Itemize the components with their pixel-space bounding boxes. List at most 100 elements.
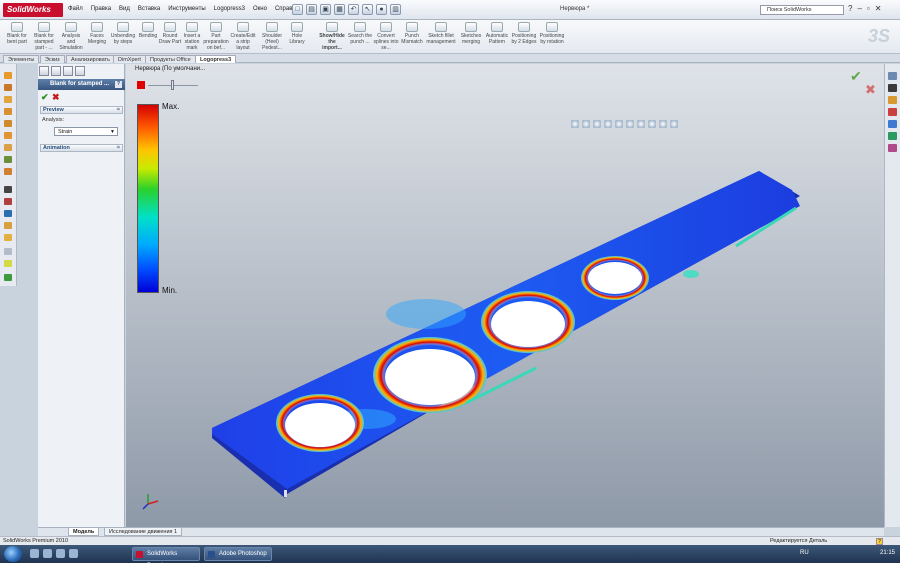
cmd-auto-pattern[interactable]: Automatic Pattern (484, 22, 510, 45)
menu-tools[interactable]: Инструменты (168, 6, 205, 12)
search-input[interactable]: Поиск SolidWorks (760, 5, 844, 15)
open-icon[interactable]: ▤ (306, 4, 317, 15)
print-icon[interactable]: ▦ (334, 4, 345, 15)
options-icon[interactable]: ▥ (390, 4, 401, 15)
edit-appearance-icon[interactable] (648, 120, 656, 128)
strain-plot[interactable] (126, 64, 884, 527)
feature-tree-root[interactable]: Нервюра (По умолчани... (135, 66, 205, 72)
cmd-punch-mismatch[interactable]: Punch Mismatch (399, 22, 425, 45)
camera-icon[interactable] (4, 186, 12, 193)
show-desktop-icon[interactable] (30, 549, 39, 558)
animation-group[interactable]: Animation ≈ (40, 144, 123, 152)
curve-icon[interactable] (4, 260, 12, 267)
analysis-select[interactable]: Strain ▼ (54, 127, 118, 136)
preview-group[interactable]: Preview ≈ (40, 106, 123, 114)
property-tab-icon[interactable] (51, 66, 61, 76)
sketch-icon[interactable] (4, 274, 12, 281)
cmd-strip-layout[interactable]: Create/Edit a strip layout (230, 22, 256, 51)
pattern-icon[interactable] (4, 156, 12, 163)
revolve-icon[interactable] (4, 96, 12, 103)
tab-sketch[interactable]: Эскиз (40, 55, 65, 63)
punch-icon[interactable] (4, 234, 12, 241)
mirror-icon[interactable] (4, 168, 12, 175)
task-photoshop[interactable]: Adobe Photoshop (204, 547, 272, 561)
select-icon[interactable]: ↖ (362, 4, 373, 15)
appearances-icon[interactable] (888, 120, 897, 128)
explorer-icon[interactable] (43, 549, 52, 558)
design-library-icon[interactable] (888, 84, 897, 92)
display-tab-icon[interactable] (75, 66, 85, 76)
cmd-search-punch[interactable]: Search the punch ... (347, 22, 373, 45)
ok-button[interactable]: ✔ (41, 92, 49, 103)
cmd-sketch-fillet[interactable]: Sketch fillet management (426, 22, 456, 45)
forum-icon[interactable] (888, 144, 897, 152)
start-button[interactable] (4, 546, 22, 562)
tab-logopress[interactable]: Logopress3 (195, 55, 237, 63)
menu-window[interactable]: Окно (253, 6, 267, 12)
menu-logopress[interactable]: Logopress3 (214, 6, 245, 12)
resources-icon[interactable] (888, 72, 897, 80)
graphics-area[interactable]: Нервюра (По умолчани... Max. Min. ✔ ✖ (126, 64, 884, 527)
sheet-icon[interactable] (4, 210, 12, 217)
menu-edit[interactable]: Правка (91, 6, 111, 12)
pm-help-icon[interactable]: ? (115, 81, 122, 88)
cmd-faces-merging[interactable]: Faces Merging (84, 22, 110, 45)
grey-tool-icon[interactable] (4, 248, 12, 255)
file-explorer-icon[interactable] (888, 96, 897, 104)
cmd-part-prep[interactable]: Part preparation on bef... (203, 22, 229, 51)
cmd-unbending[interactable]: Unbending by steps (110, 22, 136, 45)
view-palette-icon[interactable] (888, 108, 897, 116)
extrude-icon[interactable] (4, 84, 12, 91)
view-orientation-icon[interactable] (615, 120, 623, 128)
tab-motion-study[interactable]: Исследование движения 1 (104, 528, 183, 536)
confirm-corner-cancel-icon[interactable]: ✖ (865, 82, 876, 98)
tab-office[interactable]: Продукты Office (145, 55, 196, 63)
hide-show-icon[interactable] (637, 120, 645, 128)
solidworks-logo[interactable]: SolidWorks (3, 3, 63, 17)
confirm-corner-ok-icon[interactable]: ✔ (850, 68, 862, 85)
feature-icon[interactable] (4, 72, 12, 79)
cmd-show-hide[interactable]: Show/Hide the import... (319, 22, 345, 51)
zoom-fit-icon[interactable] (571, 120, 579, 128)
previous-view-icon[interactable] (593, 120, 601, 128)
view-settings-icon[interactable] (670, 120, 678, 128)
tab-dimxpert[interactable]: DimXpert (113, 55, 146, 63)
cmd-blank-bent[interactable]: Blank for bent part (4, 22, 30, 45)
browser-icon[interactable] (56, 549, 65, 558)
rebuild-icon[interactable]: ● (376, 4, 387, 15)
clock[interactable]: 21:15 (880, 550, 895, 556)
display-style-icon[interactable] (626, 120, 634, 128)
cmd-blank-stamped[interactable]: Blank for stamped part - ... (31, 22, 57, 51)
feature-tree-tab-icon[interactable] (39, 66, 49, 76)
tab-features[interactable]: Элементы (3, 55, 40, 63)
undo-icon[interactable]: ↶ (348, 4, 359, 15)
tab-evaluate[interactable]: Анализировать (66, 55, 115, 63)
menu-insert[interactable]: Вставка (138, 6, 160, 12)
cmd-hole-library[interactable]: Hole Library (284, 22, 310, 45)
cut-icon[interactable] (4, 132, 12, 139)
cmd-convert-splines[interactable]: Convert splines into se... (373, 22, 399, 51)
language-indicator[interactable]: RU (800, 550, 809, 556)
new-document-icon[interactable]: □ (292, 4, 303, 15)
cmd-sketches-merging[interactable]: Sketches merging (458, 22, 484, 45)
restore-icon[interactable]: ▫ (867, 4, 870, 13)
scene-icon[interactable] (659, 120, 667, 128)
red-swatch[interactable] (137, 81, 145, 89)
config-tab-icon[interactable] (63, 66, 73, 76)
cmd-position-rotation[interactable]: Positioning by rotation (539, 22, 565, 45)
cmd-shoulder[interactable]: Shoulder (Heel) Pedest... (259, 22, 285, 51)
fillet-icon[interactable] (4, 144, 12, 151)
section-view-icon[interactable] (604, 120, 612, 128)
save-icon[interactable]: ▣ (320, 4, 331, 15)
slider-thumb[interactable] (171, 80, 174, 90)
zoom-area-icon[interactable] (582, 120, 590, 128)
cancel-button[interactable]: ✖ (52, 92, 60, 103)
media-icon[interactable] (69, 549, 78, 558)
task-solidworks[interactable]: SolidWorks Premiu... (132, 547, 200, 561)
color-icon[interactable] (4, 198, 12, 205)
loft-icon[interactable] (4, 120, 12, 127)
close-icon[interactable]: ✕ (875, 4, 882, 13)
status-help-icon[interactable]: ? (876, 538, 883, 545)
custom-props-icon[interactable] (888, 132, 897, 140)
sweep-icon[interactable] (4, 108, 12, 115)
